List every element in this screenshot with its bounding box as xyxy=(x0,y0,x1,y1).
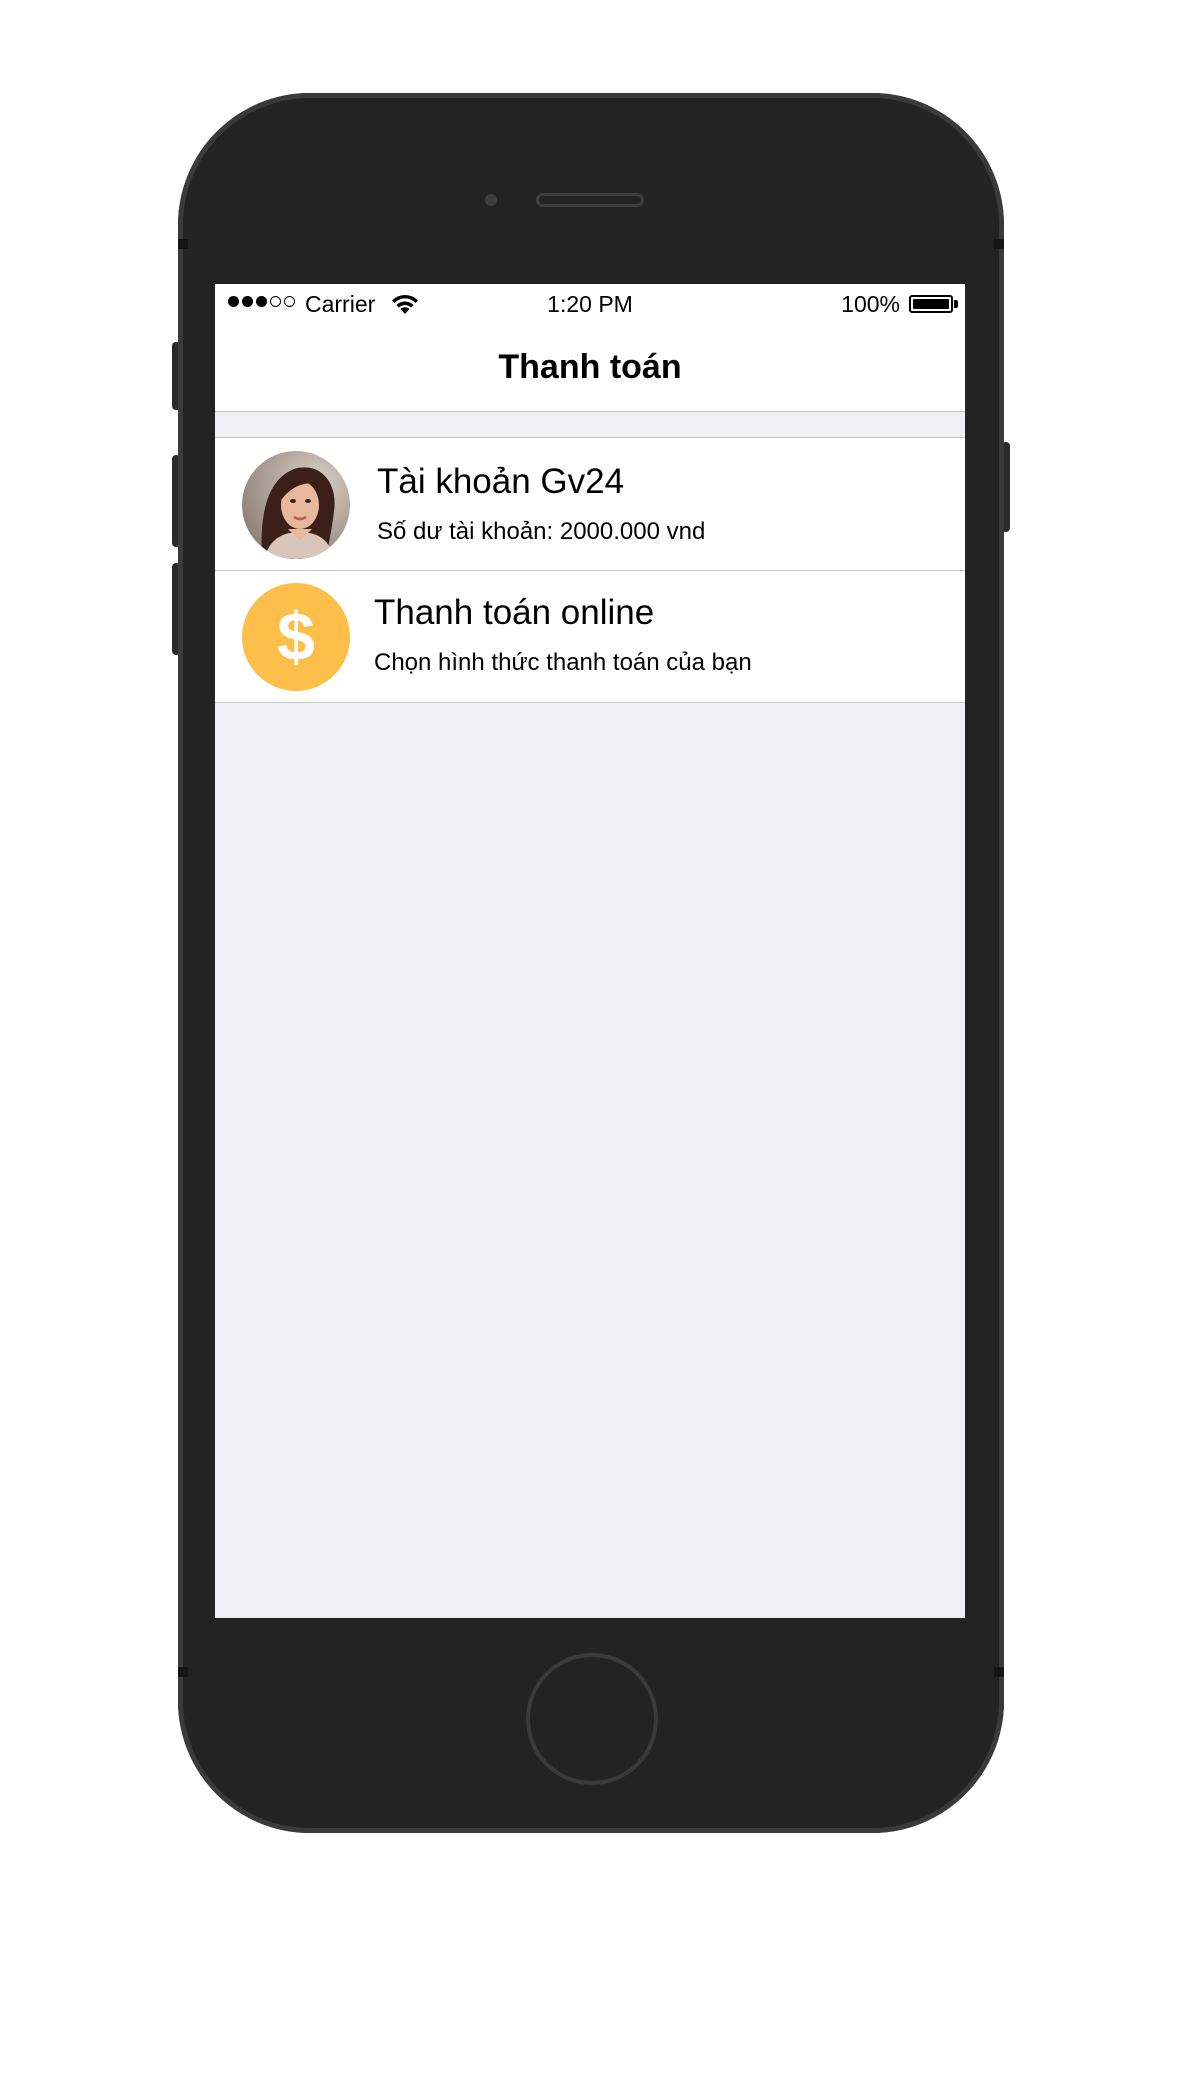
online-payment-title: Thanh toán online xyxy=(374,593,655,632)
screen: Carrier 1:20 PM 100% Thanh toán Tài khoả… xyxy=(215,284,965,1618)
antenna-band xyxy=(994,1667,1004,1677)
navigation-bar: Thanh toán xyxy=(215,324,965,412)
front-camera xyxy=(485,194,497,206)
dollar-icon: $ xyxy=(242,583,350,691)
account-row[interactable]: Tài khoản Gv24 Số dư tài khoản: 2000.000… xyxy=(215,438,965,570)
payment-options-list: Tài khoản Gv24 Số dư tài khoản: 2000.000… xyxy=(215,437,965,703)
battery-cap xyxy=(954,300,958,308)
battery-level xyxy=(913,299,949,309)
antenna-band xyxy=(178,239,188,249)
earpiece-speaker xyxy=(536,193,644,207)
antenna-band xyxy=(994,239,1004,249)
battery-percentage: 100% xyxy=(841,291,900,317)
stage: Carrier 1:20 PM 100% Thanh toán Tài khoả… xyxy=(0,0,1181,2093)
antenna-band xyxy=(178,1667,188,1677)
home-button[interactable] xyxy=(526,1653,658,1785)
account-balance: Số dư tài khoản: 2000.000 vnd xyxy=(377,518,706,545)
online-payment-subtitle: Chọn hình thức thanh toán của bạn xyxy=(374,649,752,676)
status-bar: Carrier 1:20 PM 100% xyxy=(215,284,965,324)
user-avatar xyxy=(242,451,350,559)
page-title: Thanh toán xyxy=(498,348,682,386)
online-payment-row[interactable]: $ Thanh toán online Chọn hình thức thanh… xyxy=(215,570,965,702)
battery-icon xyxy=(909,295,953,313)
account-title: Tài khoản Gv24 xyxy=(377,462,625,501)
